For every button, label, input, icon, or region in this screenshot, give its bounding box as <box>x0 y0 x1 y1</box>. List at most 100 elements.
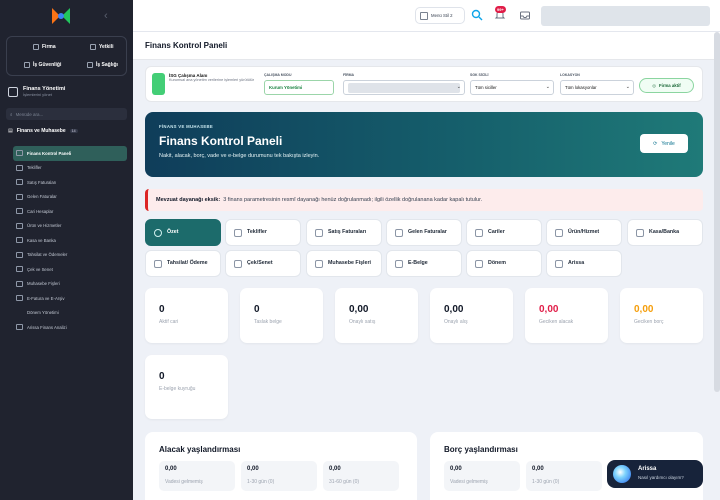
stat-value: 0,00 <box>349 304 369 315</box>
menu-item-icon <box>16 208 23 215</box>
tab-label: Satış Faturaları <box>328 229 367 236</box>
user-profile-area[interactable] <box>541 6 710 26</box>
sidebar-item-label: Tahsilat ve Ödemeler <box>27 252 68 258</box>
menu-style-button[interactable]: Menü Stil 2 <box>415 7 465 24</box>
quick-link-is-guvenligi[interactable]: İş Güvenliği <box>24 62 61 68</box>
aging-label: Vadesi gelmemiş <box>450 479 488 485</box>
sidebar-item[interactable]: Muhasebe Fişleri <box>13 277 127 292</box>
invoice-icon <box>315 228 323 237</box>
tab[interactable]: Ürün/Hizmet <box>546 219 622 246</box>
tab[interactable]: Dönem <box>466 250 542 277</box>
assistant-widget[interactable]: Arissa Nasıl yardımcı olayım? <box>607 460 703 488</box>
assistant-subtitle: Nasıl yardımcı olayım? <box>638 475 684 480</box>
aging-value: 0,00 <box>450 466 462 472</box>
tab[interactable]: Satış Faturaları <box>306 219 382 246</box>
stat-label: Taslak belge <box>254 319 282 325</box>
tab[interactable]: Muhasebe Fişleri <box>306 250 382 277</box>
tab-label: Arissa <box>568 260 585 267</box>
stat-value: 0,00 <box>444 304 464 315</box>
quick-link-firma[interactable]: Firma <box>33 44 56 50</box>
sidebar-item[interactable]: Teklifler <box>13 161 127 176</box>
menu-item-icon <box>16 193 23 200</box>
sidebar-item[interactable]: Cari Hesaplar <box>13 204 127 219</box>
sidebar-item[interactable]: Finans Kontrol Paneli <box>13 146 127 161</box>
finance-icon <box>8 86 18 97</box>
send-icon <box>395 259 403 268</box>
sidebar-item-label: Finans Kontrol Paneli <box>27 150 72 156</box>
tab-label: Özet <box>167 229 179 236</box>
alert-text: 3 finans parametresinin resmî dayanağı h… <box>223 197 483 203</box>
tab-label: Muhasebe Fişleri <box>328 260 371 267</box>
collapse-sidebar-icon[interactable]: ‹ <box>104 10 108 22</box>
tab-label: Dönem <box>488 260 506 267</box>
workspace-description: Kurumsal ana yönetim verilerine işlemler… <box>169 78 255 82</box>
shield-icon <box>24 62 30 68</box>
sidebar-search-input[interactable] <box>15 111 116 117</box>
stat-value: 0 <box>254 304 260 315</box>
quick-links: Firma Yetkili İş Güvenliği İş Sağlığı <box>6 36 127 76</box>
sidebar-search: ⌕ <box>6 108 127 120</box>
tab[interactable]: Tahsilat/ Ödeme <box>145 250 221 277</box>
quick-link-is-sagligi[interactable]: İş Sağlığı <box>87 62 118 68</box>
sgk-select[interactable]: Tüm siciller ⌄ <box>470 80 554 95</box>
module-header: Finans Yönetimi İşlemlerini yönet <box>8 86 65 97</box>
sidebar-item[interactable]: Çek ve Senet <box>13 262 127 277</box>
sidebar-item-label: Dönem Yönetimi <box>27 310 59 316</box>
sidebar-item[interactable]: E-Fatura ve E-Arşiv <box>13 291 127 306</box>
aging-value: 0,00 <box>329 466 341 472</box>
sidebar-item-label: Ürün ve Hizmetler <box>27 223 62 229</box>
alert-title: Mevzuat dayanağı eksik: <box>156 197 221 203</box>
page-scrollbar[interactable] <box>714 32 720 392</box>
aging-label: 31-60 gün (0) <box>329 479 360 485</box>
tab[interactable]: Özet <box>145 219 221 246</box>
workspace-icon <box>152 73 165 95</box>
stat-label: Geciken borç <box>634 319 664 325</box>
refresh-icon: ⟳ <box>653 140 658 147</box>
company-status-button[interactable]: ◎ Firma aktif <box>639 78 694 93</box>
sidebar-item[interactable]: Arissa Finans Analizi <box>13 320 127 335</box>
sidebar-item[interactable]: Ürün ve Hizmetler <box>13 219 127 234</box>
tab[interactable]: Gelen Faturalar <box>386 219 462 246</box>
menu-item-icon <box>16 280 23 287</box>
context-filter-bar: İSG Çalışma Alanı Kurumsal ana yönetim v… <box>145 66 703 102</box>
sidebar-item-label: Çek ve Senet <box>27 266 53 272</box>
module-subtitle: İşlemlerini yönet <box>23 92 52 97</box>
tab[interactable]: Teklifler <box>225 219 301 246</box>
stat-card: 0,00 Onaylı satış <box>335 288 418 343</box>
inbox-icon[interactable] <box>519 9 531 21</box>
tab[interactable]: Çek/Senet <box>225 250 301 277</box>
tab-label: Çek/Senet <box>247 260 273 267</box>
app-logo-icon[interactable] <box>50 5 72 27</box>
sidebar-item[interactable]: Tahsilat ve Ödemeler <box>13 248 127 263</box>
stat-label: Onaylı satış <box>349 319 376 325</box>
sidebar: ‹ Firma Yetkili İş Güvenliği İş Sağlığı … <box>0 0 133 500</box>
calendar-icon <box>475 259 483 268</box>
sidebar-item[interactable]: Gelen Faturalar <box>13 190 127 205</box>
menu-item-icon <box>16 150 23 157</box>
chevron-down-icon: ⌄ <box>625 84 630 90</box>
gauge-icon <box>154 228 162 237</box>
tab[interactable]: Kasa/Banka <box>627 219 703 246</box>
sidebar-item[interactable]: Dönem Yönetimi <box>13 306 127 321</box>
menu-item-icon <box>16 266 23 273</box>
refresh-button[interactable]: ⟳ Yenile <box>640 134 688 153</box>
stat-label: E-belge kuyruğu <box>159 386 196 392</box>
tab[interactable]: Cariler <box>466 219 542 246</box>
location-select[interactable]: Tüm lokasyonlar ⌄ <box>560 80 634 95</box>
sidebar-item[interactable]: Kasa ve Banka <box>13 233 127 248</box>
stat-label: Aktif cari <box>159 319 179 325</box>
assistant-name: Arissa <box>638 466 657 472</box>
exchange-icon <box>154 259 162 268</box>
menu-group-finans-muhasebe[interactable]: ▤ Finans ve Muhasebe 14 <box>8 128 78 134</box>
search-icon[interactable] <box>471 9 483 21</box>
sgk-label: SGK SİCİLİ <box>470 73 489 77</box>
tab[interactable]: Arissa <box>546 250 622 277</box>
mode-select[interactable]: Kurum Yönetimi <box>264 80 334 95</box>
aging-cell: 0,00 Vadesi gelmemiş <box>444 461 520 491</box>
sidebar-item-label: Arissa Finans Analizi <box>27 324 67 330</box>
company-select[interactable]: ⌄ <box>343 80 465 95</box>
sidebar-item[interactable]: Satış Faturaları <box>13 175 127 190</box>
quick-link-yetkili[interactable]: Yetkili <box>90 44 113 50</box>
tab[interactable]: E-Belge <box>386 250 462 277</box>
sidebar-nav: Finans Kontrol Paneli Teklifler Satış Fatu… <box>13 146 127 335</box>
